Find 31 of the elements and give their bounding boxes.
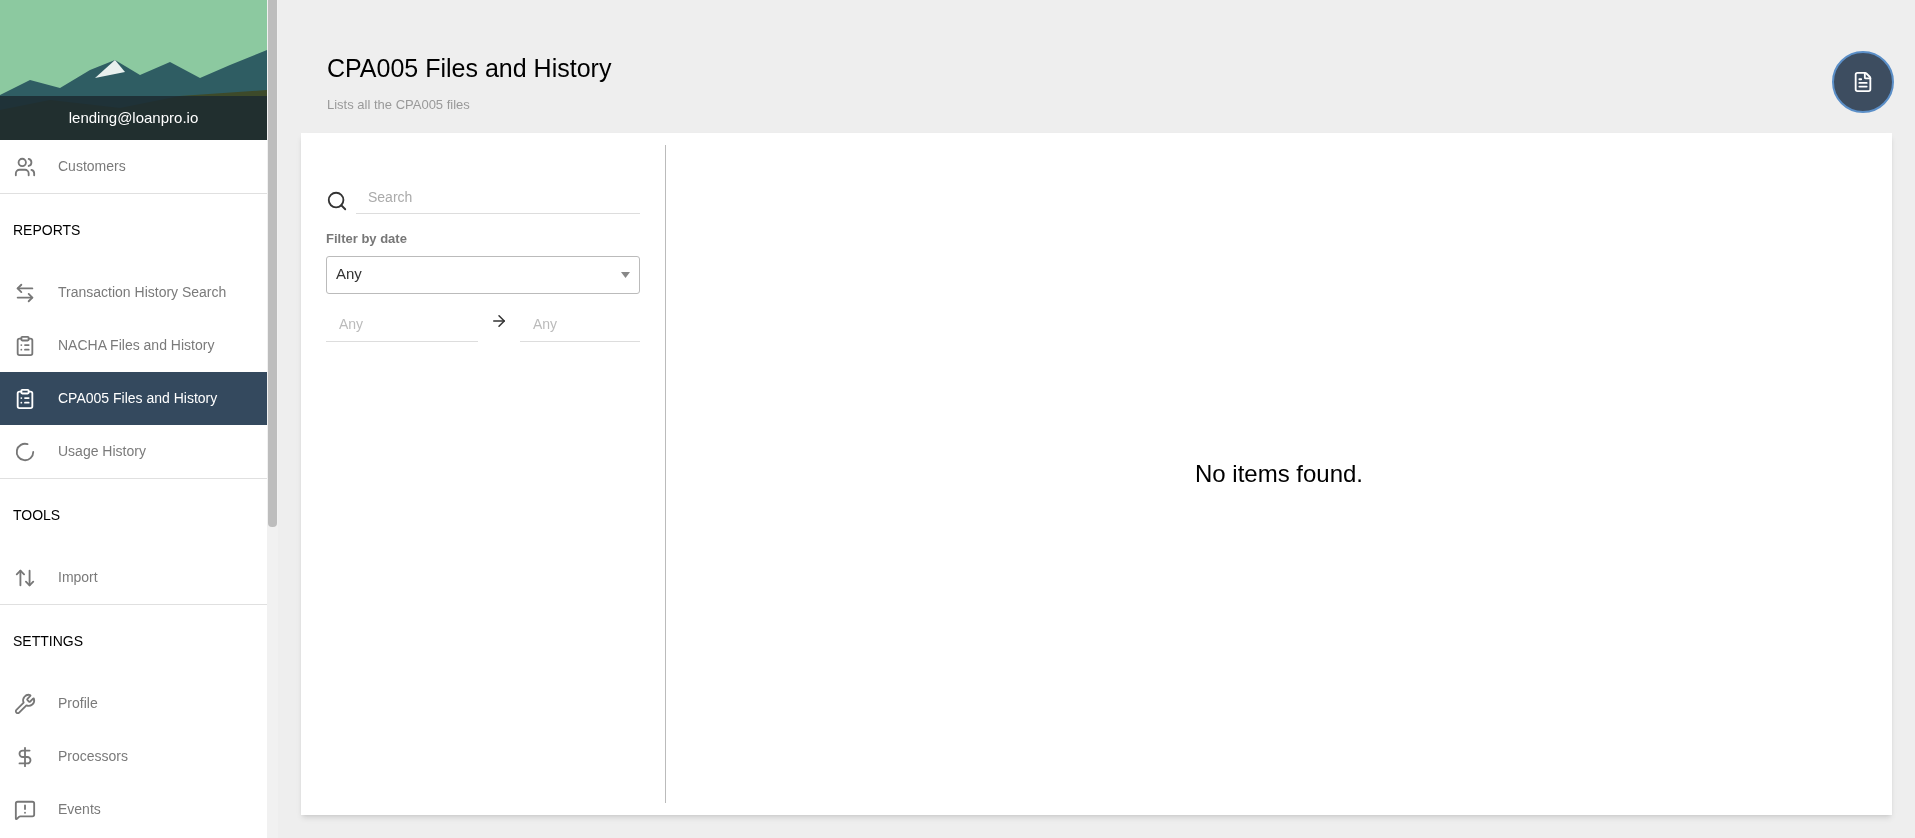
page-subtitle: Lists all the CPA005 files — [327, 96, 471, 114]
document-icon — [1852, 71, 1874, 93]
caret-icon — [621, 271, 630, 278]
ring-icon — [14, 440, 36, 463]
wrench-icon — [14, 692, 36, 715]
nav-item[interactable]: Processors — [0, 730, 267, 783]
nav-item[interactable]: Import — [0, 551, 267, 604]
nav-item[interactable]: Events — [0, 783, 267, 836]
nav-item[interactable]: NACHA Files and History — [0, 319, 267, 372]
nav-item[interactable]: CPA005 Files and History — [0, 372, 267, 425]
page-title: CPA005 Files and History — [327, 56, 612, 81]
section-heading: REPORTS — [13, 220, 81, 240]
date-from-field[interactable]: Any — [326, 307, 478, 342]
search-field[interactable]: Search — [356, 180, 640, 214]
nav-item[interactable]: Profile — [0, 677, 267, 730]
swap-arrows-icon — [14, 281, 36, 304]
clipboard-icon — [14, 387, 36, 410]
search-icon — [326, 190, 348, 212]
alert-message-icon — [14, 798, 36, 821]
nav-item[interactable]: Transaction History Search — [0, 266, 267, 319]
section-heading: SETTINGS — [13, 631, 83, 651]
user-email: lending@loanpro.io — [68, 107, 199, 128]
date-to-field[interactable]: Any — [520, 307, 640, 342]
empty-message: No items found. — [1194, 459, 1364, 489]
users-icon — [14, 155, 36, 178]
nav-item[interactable]: Usage History — [0, 425, 267, 478]
clipboard-icon — [14, 334, 36, 357]
nav-item[interactable]: Customers — [0, 140, 267, 193]
filter-label: Filter by date — [326, 230, 408, 248]
section-heading: TOOLS — [13, 505, 61, 525]
date-select[interactable]: Any — [326, 255, 640, 294]
